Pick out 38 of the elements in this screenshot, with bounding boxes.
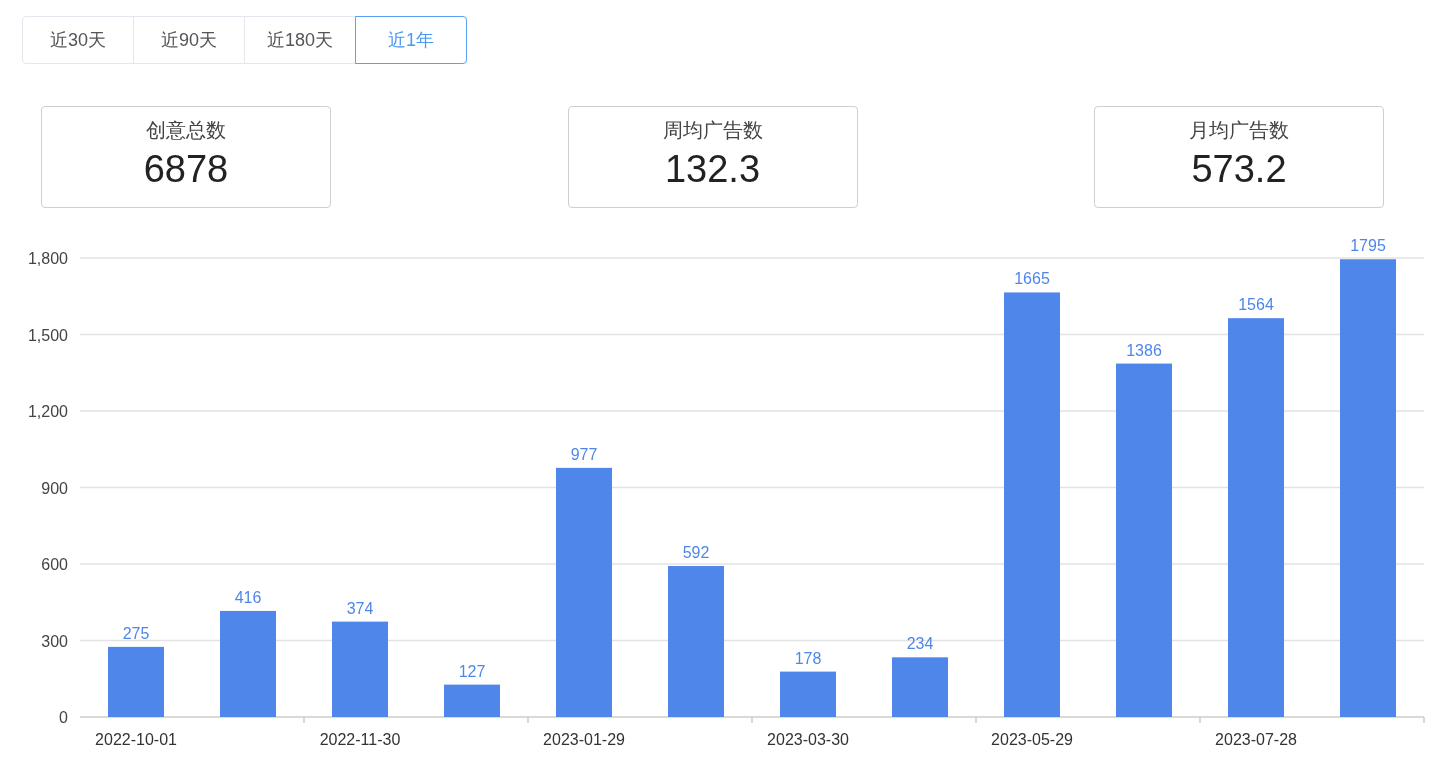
y-axis-label: 1,200 <box>27 403 68 420</box>
stat-value: 573.2 <box>1191 147 1287 192</box>
y-axis-label: 300 <box>41 632 68 650</box>
x-axis-label: 2022-11-30 <box>319 731 401 748</box>
bar-value-label: 1386 <box>1126 341 1162 359</box>
bar-value-label: 127 <box>458 662 486 680</box>
y-axis-label: 0 <box>59 709 68 726</box>
bar-value-label: 1665 <box>1014 270 1050 288</box>
bar-value-label: 1564 <box>1238 296 1274 314</box>
stat-label: 月均广告数 <box>1189 118 1289 143</box>
range-tab[interactable]: 近180天 <box>244 16 356 64</box>
x-axis-label: 2023-03-30 <box>767 731 849 748</box>
bar-value-label: 592 <box>682 544 710 562</box>
bar <box>444 684 500 717</box>
stat-value: 6878 <box>143 147 229 192</box>
bar-value-label: 234 <box>906 635 934 653</box>
y-axis-label: 1,500 <box>27 326 68 344</box>
bar <box>780 671 836 717</box>
range-tab[interactable]: 近90天 <box>133 16 245 64</box>
x-axis-label: 2023-01-29 <box>543 731 625 748</box>
stat-value: 132.3 <box>664 147 761 192</box>
bar-value-label: 374 <box>346 599 374 617</box>
range-tab[interactable]: 近30天 <box>22 16 134 64</box>
bar-value-label: 275 <box>122 624 150 642</box>
stat-label: 创意总数 <box>146 118 226 143</box>
y-axis-label: 600 <box>41 556 68 573</box>
bar <box>108 646 164 717</box>
x-axis-label: 2023-05-29 <box>991 731 1073 748</box>
x-axis-label: 2023-07-28 <box>1215 731 1297 748</box>
bar-value-label: 977 <box>570 445 598 463</box>
stat-label: 周均广告数 <box>662 118 763 143</box>
y-axis-label: 1,800 <box>27 250 68 267</box>
bar-value-label: 178 <box>794 649 822 667</box>
bar-value-label: 416 <box>234 588 262 606</box>
y-axis-label: 900 <box>41 479 68 497</box>
bar <box>892 657 948 717</box>
bar-value-label: 1795 <box>1350 237 1386 255</box>
x-axis-label: 2022-10-01 <box>95 731 177 748</box>
